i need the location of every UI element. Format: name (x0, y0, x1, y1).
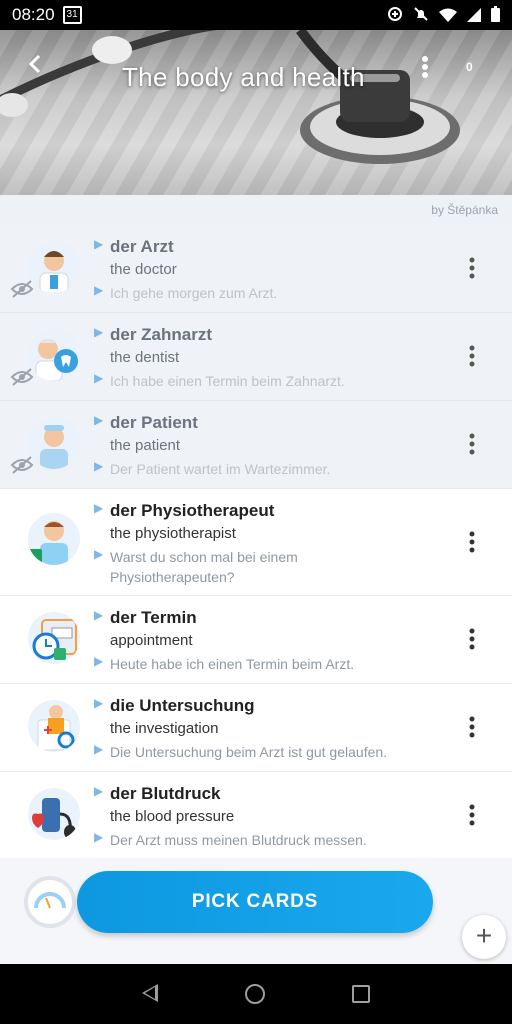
play-audio-icon[interactable]: ▶ (94, 784, 103, 798)
play-example-icon[interactable]: ▶ (94, 459, 103, 473)
more-vert-icon (469, 804, 475, 826)
back-button[interactable] (24, 52, 48, 76)
card-word: der Arzt (110, 237, 174, 256)
card-row-untersuchung[interactable]: ▶ die Untersuchung the investigation ▶ D… (0, 684, 512, 772)
status-icons (387, 6, 500, 27)
battery-icon (491, 6, 500, 27)
card-example: Warst du schon mal bei einem Physiothera… (110, 549, 298, 585)
play-audio-icon[interactable]: ▶ (94, 696, 103, 710)
card-more-button[interactable] (468, 804, 476, 826)
card-word: die Untersuchung (110, 696, 255, 715)
card-word: der Blutdruck (110, 784, 221, 803)
calendar-icon: 31 (62, 6, 82, 24)
card-word: der Physiotherapeut (110, 501, 275, 520)
card-count-badge: 0 (466, 60, 473, 74)
card-translation: the dentist (110, 349, 180, 366)
author-byline: by Štěpánka (431, 203, 498, 217)
card-word: der Termin (110, 608, 197, 627)
card-row-blutdruck[interactable]: ▶ der Blutdruck the blood pressure ▶ Der… (0, 772, 512, 860)
card-example: Der Patient wartet im Wartezimmer. (110, 461, 331, 477)
card-row-physiotherapeut[interactable]: ▶ der Physiotherapeut the physiotherapis… (0, 489, 512, 596)
card-row-patient[interactable]: ▶ der Patient the patient ▶ Der Patient … (0, 401, 512, 489)
hidden-eye-icon (10, 367, 34, 387)
page-title: The body and health (122, 62, 365, 92)
play-audio-icon[interactable]: ▶ (94, 413, 103, 427)
appointment-calendar-icon (28, 612, 80, 664)
card-example: Ich habe einen Termin beim Zahnarzt. (110, 373, 345, 389)
play-example-icon[interactable]: ▶ (94, 830, 103, 844)
card-example: Ich gehe morgen zum Arzt. (110, 285, 278, 301)
card-more-button[interactable] (468, 628, 476, 650)
card-example: Der Arzt muss meinen Blutdruck messen. (110, 832, 367, 848)
card-word: der Zahnarzt (110, 325, 213, 344)
card-more-button[interactable] (468, 716, 476, 738)
card-more-button[interactable] (468, 257, 476, 279)
card-translation: appointment (110, 632, 193, 649)
play-audio-icon[interactable]: ▶ (94, 325, 103, 339)
more-vert-icon (469, 531, 475, 553)
card-word: der Patient (110, 413, 198, 432)
pick-cards-button[interactable]: PICK CARDS (77, 871, 433, 933)
more-menu-button[interactable] (418, 55, 432, 79)
play-example-icon[interactable]: ▶ (94, 654, 103, 668)
card-example: Heute habe ich einen Termin beim Arzt. (110, 656, 355, 672)
patient-avatar-icon (28, 417, 80, 469)
data-saver-icon (387, 6, 403, 27)
nav-recents-icon[interactable] (352, 985, 370, 1003)
card-row-arzt[interactable]: ▶ der Arzt the doctor ▶ Ich gehe morgen … (0, 225, 512, 313)
status-bar: 08:20 31 (0, 0, 512, 30)
card-translation: the investigation (110, 720, 219, 737)
header-banner: The body and health 0 (0, 30, 512, 195)
bottom-action-bar: PICK CARDS + (0, 858, 512, 964)
more-vert-icon (469, 433, 475, 455)
more-vert-icon (469, 345, 475, 367)
hidden-eye-icon (10, 455, 34, 475)
card-translation: the physiotherapist (110, 525, 236, 542)
progress-gauge-icon[interactable] (24, 876, 76, 928)
card-translation: the patient (110, 437, 181, 454)
nav-back-icon[interactable] (142, 984, 158, 1002)
play-audio-icon[interactable]: ▶ (94, 608, 103, 622)
more-vert-icon (469, 716, 475, 738)
stethoscope-image (0, 30, 460, 164)
status-time: 08:20 (12, 5, 55, 24)
play-example-icon[interactable]: ▶ (94, 547, 103, 561)
wifi-icon (439, 7, 457, 27)
doctor-avatar-icon (28, 241, 80, 293)
byline-bar: by Štěpánka (0, 195, 512, 225)
signal-icon (467, 7, 481, 27)
play-example-icon[interactable]: ▶ (94, 742, 103, 756)
play-audio-icon[interactable]: ▶ (94, 237, 103, 251)
card-row-termin[interactable]: ▶ der Termin appointment ▶ Heute habe ic… (0, 596, 512, 684)
more-vert-icon (422, 56, 428, 78)
notifications-off-icon (413, 6, 429, 27)
card-example: Die Untersuchung beim Arzt ist gut gelau… (110, 744, 388, 760)
add-card-button[interactable]: + (462, 915, 506, 959)
card-more-button[interactable] (468, 531, 476, 553)
nav-home-icon[interactable] (245, 984, 265, 1004)
hidden-eye-icon (10, 279, 34, 299)
card-row-zahnarzt[interactable]: ▶ der Zahnarzt the dentist ▶ Ich habe ei… (0, 313, 512, 401)
card-translation: the doctor (110, 261, 177, 278)
more-vert-icon (469, 628, 475, 650)
dentist-avatar-icon (28, 329, 80, 381)
physiotherapist-avatar-icon (28, 513, 80, 565)
back-arrow-icon (28, 54, 41, 74)
play-audio-icon[interactable]: ▶ (94, 501, 103, 515)
card-list: ▶ der Arzt the doctor ▶ Ich gehe morgen … (0, 225, 512, 860)
card-more-button[interactable] (468, 433, 476, 455)
play-example-icon[interactable]: ▶ (94, 283, 103, 297)
play-example-icon[interactable]: ▶ (94, 371, 103, 385)
card-translation: the blood pressure (110, 808, 235, 825)
system-nav-bar (0, 964, 512, 1024)
card-more-button[interactable] (468, 345, 476, 367)
examination-icon (28, 700, 80, 752)
more-vert-icon (469, 257, 475, 279)
blood-pressure-icon (28, 788, 80, 840)
